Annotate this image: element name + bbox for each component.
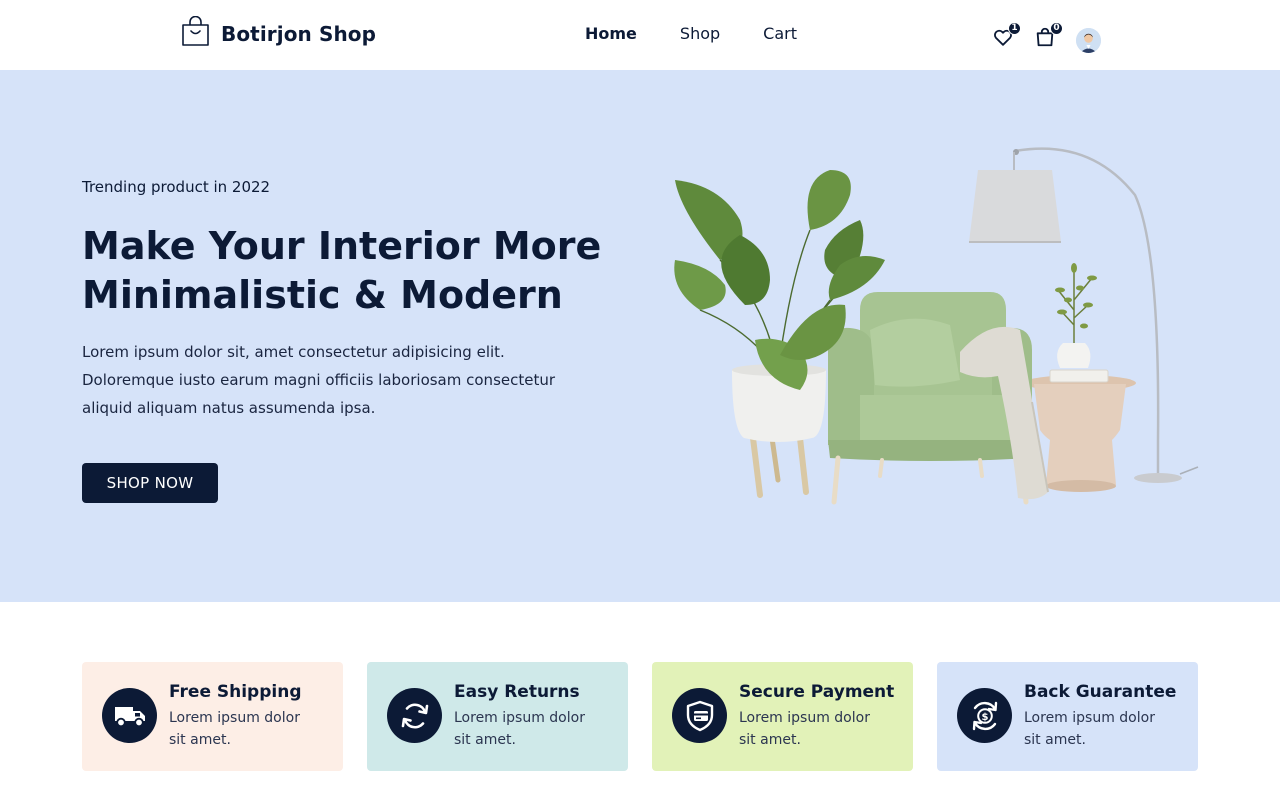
hero-furniture-image: [674, 147, 1199, 505]
feature-text-line: Lorem ipsum dolor: [1024, 710, 1155, 726]
user-avatar[interactable]: [1076, 28, 1101, 53]
shop-now-button[interactable]: SHOP NOW: [82, 463, 218, 503]
nav-home[interactable]: Home: [585, 24, 637, 43]
hero-description: Lorem ipsum dolor sit, amet consectetur …: [82, 338, 622, 422]
hero-title-line: Make Your Interior More: [82, 224, 602, 268]
feature-card-free-shipping: Free Shipping Lorem ipsum dolor sit amet…: [82, 662, 343, 771]
site-header: Botirjon Shop Home Shop Cart 1 0: [0, 0, 1280, 70]
cart-button[interactable]: 0: [1032, 21, 1063, 52]
feature-text: Lorem ipsum dolor sit amet.: [454, 707, 614, 751]
features-section: Free Shipping Lorem ipsum dolor sit amet…: [82, 662, 1198, 771]
brand-name: Botirjon Shop: [221, 21, 377, 46]
wishlist-count-badge: 1: [1008, 21, 1021, 35]
refresh-icon: [387, 688, 442, 743]
cart-count-badge: 0: [1050, 21, 1063, 35]
feature-text: Lorem ipsum dolor sit amet.: [1024, 707, 1184, 751]
truck-icon: [102, 688, 157, 743]
shopping-bag-icon: [180, 15, 211, 51]
feature-title: Back Guarantee: [1024, 682, 1177, 702]
feature-card-secure-payment: Secure Payment Lorem ipsum dolor sit ame…: [652, 662, 913, 771]
wishlist-button[interactable]: 1: [990, 21, 1021, 52]
feature-title: Free Shipping: [169, 682, 302, 702]
hero-title: Make Your Interior More Minimalistic & M…: [82, 222, 642, 320]
header-actions: 1 0: [990, 21, 1101, 53]
feature-text: Lorem ipsum dolor sit amet.: [739, 707, 899, 751]
feature-text-line: Lorem ipsum dolor: [454, 710, 585, 726]
feature-card-back-guarantee: $ Back Guarantee Lorem ipsum dolor sit a…: [937, 662, 1198, 771]
hero-eyebrow: Trending product in 2022: [82, 178, 271, 196]
feature-text-line: Lorem ipsum dolor: [169, 710, 300, 726]
brand-logo[interactable]: Botirjon Shop: [180, 15, 377, 51]
hero-description-line: Doloremque iusto earum magni officiis la…: [82, 371, 556, 389]
hero-description-line: aliquid aliquam natus assumenda ipsa.: [82, 399, 376, 417]
feature-title: Secure Payment: [739, 682, 895, 702]
feature-text-line: sit amet.: [739, 732, 801, 748]
svg-text:$: $: [981, 712, 988, 723]
hero-title-line: Minimalistic & Modern: [82, 273, 563, 317]
main-nav: Home Shop Cart: [585, 24, 797, 43]
hero-description-line: Lorem ipsum dolor sit, amet consectetur …: [82, 343, 505, 361]
hero-section: Trending product in 2022 Make Your Inter…: [0, 70, 1280, 602]
money-back-icon: $: [957, 688, 1012, 743]
feature-text-line: Lorem ipsum dolor: [739, 710, 870, 726]
nav-cart[interactable]: Cart: [763, 24, 797, 43]
shield-card-icon: [672, 688, 727, 743]
feature-text-line: sit amet.: [454, 732, 516, 748]
feature-text-line: sit amet.: [1024, 732, 1086, 748]
feature-text: Lorem ipsum dolor sit amet.: [169, 707, 329, 751]
feature-title: Easy Returns: [454, 682, 580, 702]
feature-card-easy-returns: Easy Returns Lorem ipsum dolor sit amet.: [367, 662, 628, 771]
nav-shop[interactable]: Shop: [680, 24, 720, 43]
feature-text-line: sit amet.: [169, 732, 231, 748]
